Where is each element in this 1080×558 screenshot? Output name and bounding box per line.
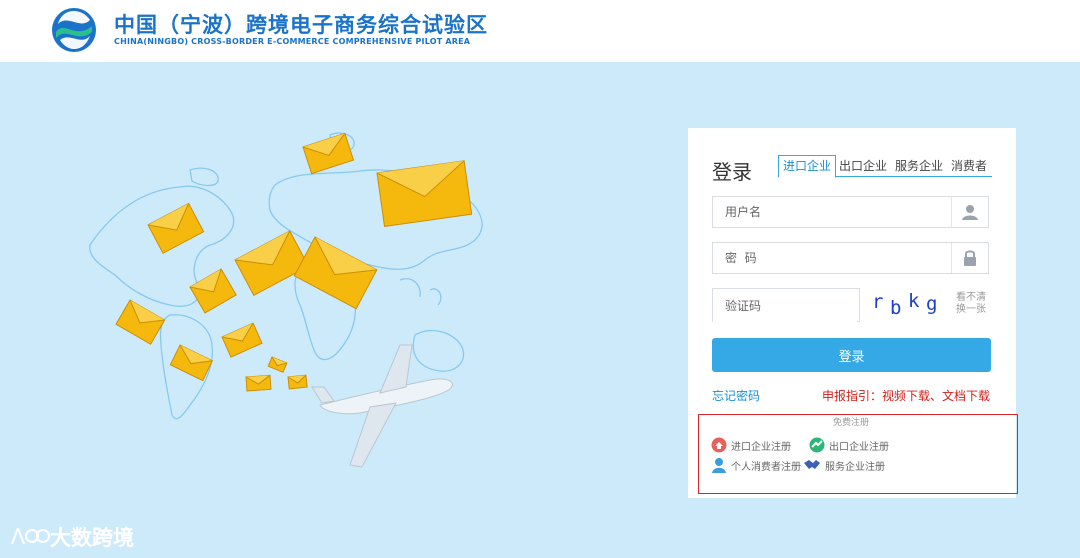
guide-label: 申报指引：	[821, 389, 882, 403]
declaration-guide: 申报指引：视频下载、文档下载	[822, 387, 990, 404]
refresh-captcha-link[interactable]: 看不清 换一张	[956, 292, 990, 316]
import-company-icon	[711, 437, 727, 453]
register-service-company[interactable]: 服务企业注册	[803, 457, 885, 473]
site-title: 中国（宁波）跨境电子商务综合试验区	[114, 13, 488, 37]
register-section: 免费注册 进口企业注册 出口企业注册 个人消费者注册 服务企业注册	[698, 414, 1018, 494]
export-company-icon	[809, 437, 825, 453]
doc-download-link[interactable]: 文档下载	[942, 389, 990, 403]
tab-import-company[interactable]: 进口企业	[778, 155, 837, 178]
captcha-char: b	[890, 297, 902, 319]
handshake-icon	[804, 460, 820, 469]
video-download-link[interactable]: 视频下载	[882, 389, 930, 403]
guide-separator: 、	[929, 389, 942, 403]
forgot-password-link[interactable]: 忘记密码	[712, 387, 760, 404]
site-subtitle: CHINA(NINGBO) CROSS-BORDER E-COMMERCE CO…	[114, 37, 471, 46]
register-item-label: 个人消费者注册	[731, 461, 801, 473]
site-header: 中国（宁波）跨境电子商务综合试验区 CHINA(NINGBO) CROSS-BO…	[0, 0, 1080, 62]
site-logo-icon[interactable]	[50, 6, 98, 54]
register-item-label: 服务企业注册	[825, 461, 885, 473]
user-icon	[951, 197, 988, 227]
user-type-tabs: 进口企业 出口企业 服务企业 消费者	[778, 155, 992, 178]
watermark-text: 大数跨境	[50, 526, 134, 550]
captcha-char: k	[908, 290, 920, 312]
airplane-icon	[311, 344, 453, 468]
watermark: 大数跨境	[8, 522, 134, 552]
password-input[interactable]	[713, 243, 955, 273]
consumer-icon	[712, 458, 726, 473]
captcha-image[interactable]: r b k g	[868, 288, 946, 322]
refresh-line: 看不清	[956, 292, 986, 303]
captcha-field	[712, 288, 860, 323]
register-consumer[interactable]: 个人消费者注册	[711, 457, 801, 473]
refresh-line: 换一张	[956, 304, 986, 315]
register-item-label: 进口企业注册	[731, 441, 791, 453]
watermark-logo-icon	[11, 527, 50, 545]
login-title: 登录	[712, 160, 752, 184]
captcha-input[interactable]	[713, 289, 857, 323]
hero-illustration	[89, 132, 483, 468]
register-item-label: 出口企业注册	[829, 441, 889, 453]
register-import-company[interactable]: 进口企业注册	[711, 437, 791, 453]
captcha-char: g	[926, 293, 938, 315]
username-field	[712, 196, 989, 228]
password-field	[712, 242, 989, 274]
tab-consumer[interactable]: 消费者	[951, 156, 987, 176]
register-title: 免费注册	[833, 418, 870, 428]
register-export-company[interactable]: 出口企业注册	[809, 437, 889, 453]
login-button[interactable]: 登录	[712, 338, 991, 372]
tab-service-company[interactable]: 服务企业	[895, 156, 943, 176]
username-input[interactable]	[713, 197, 955, 227]
tab-export-company[interactable]: 出口企业	[839, 156, 887, 176]
envelope-group	[115, 132, 473, 392]
captcha-char: r	[872, 291, 884, 313]
lock-icon	[951, 243, 988, 273]
